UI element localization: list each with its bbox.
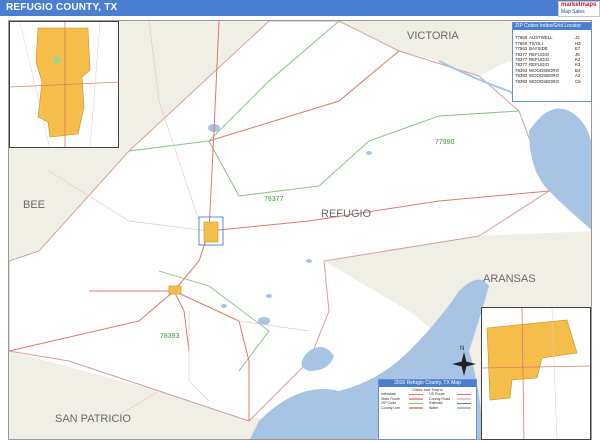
title-bar: REFUGIO COUNTY, TX bbox=[0, 0, 600, 16]
map-key: 2016 Refugio County, TX Map Cities and T… bbox=[378, 379, 477, 440]
inset-drawing bbox=[10, 22, 118, 147]
map-key-label: County Line bbox=[381, 405, 401, 410]
pond bbox=[306, 259, 312, 263]
zip-index-grid: C6 bbox=[575, 78, 581, 84]
map-key-swatch bbox=[457, 398, 471, 400]
refugio-city-inset[interactable] bbox=[9, 21, 119, 148]
san-antonio-bay-water bbox=[529, 108, 591, 230]
zip-code-index: ZIP Codes Index/Grid Locator 77950 AUSTWE… bbox=[512, 22, 592, 102]
san-patricio-label: SAN PATRICIO bbox=[55, 413, 131, 425]
zip-label-78393: 78393 bbox=[160, 333, 180, 340]
map-key-swatch bbox=[409, 402, 423, 405]
map-key-swatch bbox=[457, 393, 471, 396]
refugio-label: REFUGIO bbox=[321, 208, 372, 220]
map-key-title: 2016 Refugio County, TX Map bbox=[379, 380, 476, 387]
compass-north-label: N bbox=[460, 346, 465, 352]
victoria-label: VICTORIA bbox=[407, 30, 459, 42]
pond bbox=[221, 304, 227, 308]
map-key-swatch bbox=[409, 393, 423, 396]
woodsboro-city-inset[interactable] bbox=[481, 307, 591, 440]
zip-index-row: 78393 WOODSBORO C6 bbox=[513, 79, 591, 84]
aransas-label: ARANSAS bbox=[483, 273, 536, 285]
zip-index-code: 78393 bbox=[515, 78, 528, 84]
map-key-label: Water bbox=[429, 405, 439, 410]
zip-label-77990: 77990 bbox=[435, 139, 455, 146]
inset-drawing-2 bbox=[482, 308, 590, 439]
pond bbox=[366, 151, 372, 155]
bee-label: BEE bbox=[23, 199, 46, 211]
map-key-row: County Line Water bbox=[379, 406, 476, 411]
logo-tagline: Map Sales bbox=[561, 9, 585, 15]
zip-index-title: ZIP Codes Index/Grid Locator bbox=[513, 23, 591, 30]
map-key-swatch bbox=[409, 398, 423, 400]
logo-wordmark: marketmaps bbox=[561, 2, 597, 8]
map-key-swatch bbox=[457, 402, 471, 405]
woodsboro-city-area bbox=[168, 285, 182, 295]
map-title: REFUGIO COUNTY, TX bbox=[6, 2, 118, 13]
map-key-swatch bbox=[409, 407, 423, 409]
pond bbox=[266, 294, 272, 298]
publisher-logo: marketmaps Map Sales bbox=[558, 1, 600, 17]
zip-index-place: WOODSBORO bbox=[529, 78, 560, 84]
zip-label-78377: 78377 bbox=[264, 196, 284, 203]
refugio-city-area bbox=[203, 221, 219, 243]
map-key-swatch bbox=[457, 407, 471, 409]
